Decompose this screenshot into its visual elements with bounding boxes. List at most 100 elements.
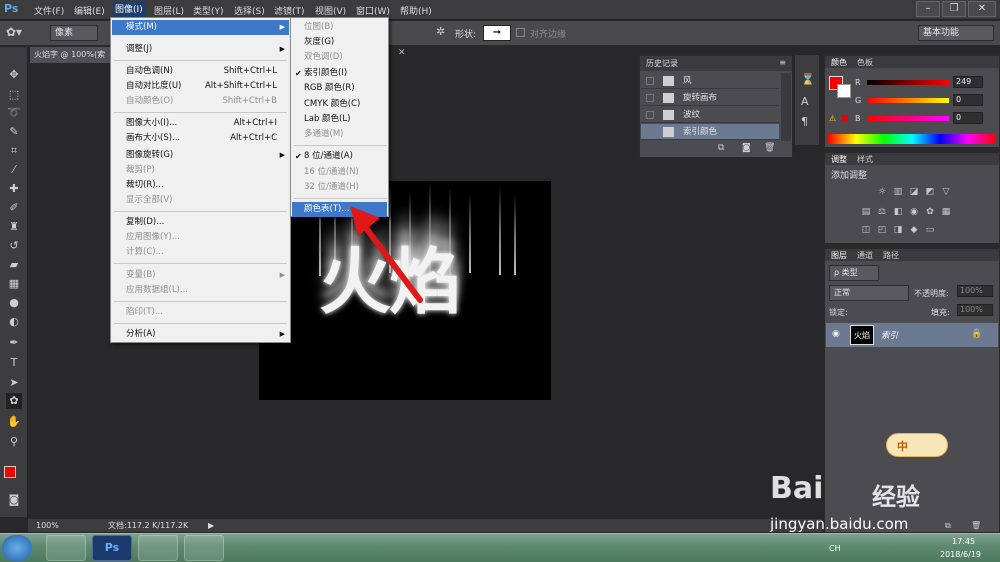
tab-color[interactable]: 颜色 (831, 57, 847, 68)
b-slider[interactable] (867, 116, 949, 121)
clock-date[interactable]: 2018/6/19 (940, 550, 981, 559)
workspace-select[interactable]: 基本功能 (918, 25, 994, 41)
zoom-level[interactable]: 100% (36, 519, 59, 532)
history-item[interactable]: 风 (641, 73, 779, 89)
threshold-icon[interactable]: ◨ (893, 225, 903, 235)
menu-item-auto-contrast[interactable]: 自动对比度(U) Alt+Shift+Ctrl+L (112, 79, 289, 94)
new-document-icon[interactable]: ⧉ (718, 143, 724, 153)
gradient-map-icon[interactable]: ▭ (925, 225, 935, 235)
menu-item-canvas-size[interactable]: 画布大小(S)... Alt+Ctrl+C (112, 131, 289, 146)
marquee-tool-icon[interactable]: ⬚ (6, 87, 22, 103)
taskbar-app-photoshop[interactable]: Ps (92, 535, 132, 561)
custom-shape-tool-icon[interactable]: ✿▾ (6, 25, 34, 41)
menu-item-mode[interactable]: 模式(M) ▶ (112, 20, 289, 35)
start-button[interactable] (2, 535, 32, 561)
g-value[interactable]: 0 (953, 94, 983, 106)
b-value[interactable]: 0 (953, 112, 983, 124)
fill-value[interactable]: 100% (957, 304, 993, 316)
invert-icon[interactable]: ◫ (861, 225, 871, 235)
layer-row[interactable]: ◉ 火焰 索引 🔒 (826, 323, 998, 347)
stamp-tool-icon[interactable]: ♜ (6, 219, 22, 235)
menu-image[interactable]: 图像(I) (113, 2, 145, 18)
menu-file[interactable]: 文件(F) (34, 4, 64, 17)
pen-tool-icon[interactable]: ✒ (6, 335, 22, 351)
gear-icon[interactable]: ✲ (436, 25, 445, 38)
eye-icon[interactable]: ◉ (832, 329, 840, 339)
crop-tool-icon[interactable]: ⌗ (6, 143, 22, 159)
character-icon[interactable]: A (801, 95, 809, 108)
submenu-cmyk[interactable]: CMYK 颜色(C) (292, 97, 387, 112)
hue-icon[interactable]: ▤ (861, 207, 871, 217)
custom-shape-icon[interactable]: ✿ (6, 393, 22, 409)
curves-icon[interactable]: ◪ (909, 187, 919, 197)
delete-layer-icon[interactable]: 🗑 (971, 521, 981, 530)
hand-tool-icon[interactable]: ✋ (6, 414, 22, 430)
tab-styles[interactable]: 样式 (857, 154, 873, 165)
menu-view[interactable]: 视图(V) (315, 4, 346, 17)
eraser-tool-icon[interactable]: ▰ (6, 257, 22, 273)
history-brush-icon[interactable]: ↺ (6, 238, 22, 254)
history-item-selected[interactable]: 索引颜色 (641, 124, 779, 140)
align-edges-checkbox[interactable] (516, 28, 525, 37)
menu-item-duplicate[interactable]: 复制(D)... (112, 215, 289, 230)
restore-icon[interactable]: ❐ (942, 1, 966, 17)
status-arrow-icon[interactable]: ▶ (208, 519, 214, 532)
foreground-color-swatch[interactable] (4, 466, 16, 478)
clock-time[interactable]: 17:45 (952, 537, 975, 546)
history-item[interactable]: 波纹 (641, 107, 779, 123)
paragraph-icon[interactable]: ¶ (801, 115, 808, 128)
blend-mode-select[interactable]: 正常 (829, 285, 909, 301)
dodge-tool-icon[interactable]: ◐ (6, 314, 22, 330)
menu-help[interactable]: 帮助(H) (400, 4, 432, 17)
exposure-icon[interactable]: ◩ (925, 187, 935, 197)
color-lookup-icon[interactable]: ▦ (941, 207, 951, 217)
submenu-8bit[interactable]: ✔ 8 位/通道(A) (292, 149, 387, 164)
g-slider[interactable] (867, 98, 949, 103)
submenu-lab[interactable]: Lab 颜色(L) (292, 112, 387, 127)
close-tab-icon[interactable]: ✕ (398, 48, 406, 58)
zoom-tool-icon[interactable]: ⚲ (6, 434, 22, 450)
trash-icon[interactable]: 🗑 (764, 143, 775, 153)
menu-item-auto-tone[interactable]: 自动色调(N) Shift+Ctrl+L (112, 64, 289, 79)
mode-select[interactable]: 像素 (50, 25, 98, 41)
menu-item-analysis[interactable]: 分析(A) ▶ (112, 327, 289, 342)
menu-filter[interactable]: 滤镜(T) (274, 4, 305, 17)
quick-select-tool-icon[interactable]: ✎ (6, 124, 22, 140)
bw-icon[interactable]: ◧ (893, 207, 903, 217)
channel-mixer-icon[interactable]: ✿ (925, 207, 935, 217)
layer-kind-filter[interactable]: ρ 类型 (829, 265, 879, 281)
menu-window[interactable]: 窗口(W) (356, 4, 390, 17)
balance-icon[interactable]: ⚖ (877, 207, 887, 217)
tab-channels[interactable]: 通道 (857, 250, 873, 261)
menu-type[interactable]: 类型(Y) (193, 4, 224, 17)
taskbar-app-qq[interactable] (184, 535, 224, 561)
r-slider[interactable] (867, 80, 949, 85)
history-icon[interactable]: ⌛ (801, 73, 815, 86)
taskbar-app-ie[interactable] (138, 535, 178, 561)
lasso-tool-icon[interactable]: ➰ (6, 105, 22, 121)
taskbar-app-browser[interactable] (46, 535, 86, 561)
camera-icon[interactable]: ◙ (742, 143, 751, 153)
minimize-icon[interactable]: – (916, 1, 940, 17)
submenu-indexed-color[interactable]: ✔ 索引颜色(I) (292, 66, 387, 81)
menu-edit[interactable]: 编辑(E) (74, 4, 105, 17)
tab-swatches[interactable]: 色板 (857, 57, 873, 68)
selective-color-icon[interactable]: ◆ (909, 225, 919, 235)
gradient-tool-icon[interactable]: ▦ (6, 276, 22, 292)
submenu-rgb[interactable]: RGB 颜色(R) (292, 81, 387, 96)
layer-name[interactable]: 索引 (881, 329, 898, 341)
type-tool-icon[interactable]: T (6, 355, 22, 371)
menu-item-image-size[interactable]: 图像大小(I)... Alt+Ctrl+I (112, 116, 289, 131)
quick-mask-icon[interactable]: ◙ (6, 492, 22, 508)
menu-item-image-rotation[interactable]: 图像旋转(G) ▶ (112, 148, 289, 163)
menu-item-adjust[interactable]: 调整(J) ▶ (112, 42, 289, 57)
background-color-swatch[interactable] (837, 84, 851, 98)
posterize-icon[interactable]: ◰ (877, 225, 887, 235)
submenu-grayscale[interactable]: 灰度(G) (292, 35, 387, 50)
shape-picker[interactable]: ➞ (483, 25, 511, 41)
gamut-swatch[interactable] (841, 115, 848, 122)
path-select-icon[interactable]: ➤ (6, 375, 22, 391)
levels-icon[interactable]: ▥ (893, 187, 903, 197)
tab-layers[interactable]: 图层 (831, 250, 847, 261)
r-value[interactable]: 249 (953, 76, 983, 88)
